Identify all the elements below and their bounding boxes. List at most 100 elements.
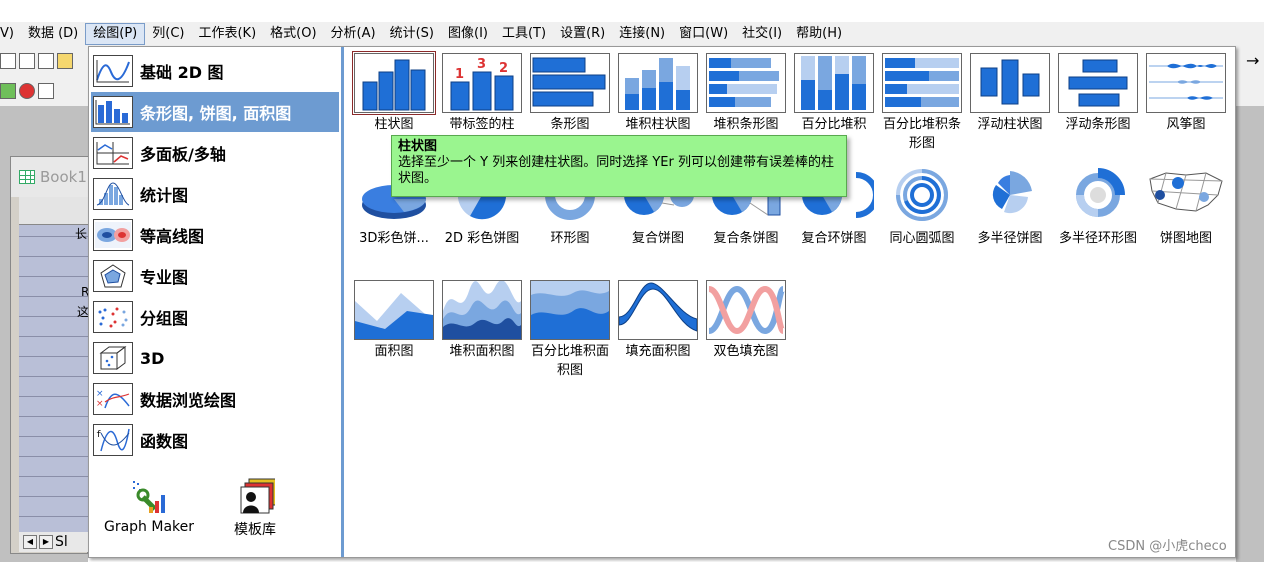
workspace-background-right xyxy=(1236,106,1264,562)
category-label: 3D xyxy=(140,348,165,368)
chart-fill-area[interactable]: 填充面积图 xyxy=(615,280,701,361)
import-icon[interactable] xyxy=(0,83,16,99)
chart-label: 浮动条形图 xyxy=(1065,117,1131,132)
category-specialized[interactable]: 专业图 xyxy=(91,256,339,296)
chart-concentric-arc[interactable]: 同心圆弧图 xyxy=(879,167,965,248)
stacked-bar-icon xyxy=(706,53,786,113)
chart-column[interactable]: 柱状图 xyxy=(351,51,437,134)
menu-image[interactable]: 图像(I) xyxy=(441,23,495,45)
template-library-button[interactable]: 模板库 xyxy=(195,477,315,547)
options-icon[interactable] xyxy=(38,83,54,99)
prev-sheet-button[interactable]: ◀ xyxy=(23,535,37,549)
chart-floating-bar[interactable]: 浮动条形图 xyxy=(1055,53,1141,134)
category-function-plot[interactable]: f 函数图 xyxy=(91,420,339,460)
chart-stacked-bar[interactable]: 堆积条形图 xyxy=(703,53,789,134)
multi-radius-pie-icon xyxy=(970,167,1050,227)
template-library-label: 模板库 xyxy=(234,522,276,538)
chart-percent-stacked-bar[interactable]: 百分比堆积条形图 xyxy=(879,53,965,153)
template-icon[interactable] xyxy=(38,53,54,69)
svg-text:2: 2 xyxy=(499,61,508,76)
menu-connect[interactable]: 连接(N) xyxy=(612,23,672,45)
menu-settings[interactable]: 设置(R) xyxy=(553,23,612,45)
menu-analysis[interactable]: 分析(A) xyxy=(324,23,383,45)
radar-icon xyxy=(93,260,133,292)
chart-floating-column[interactable]: 浮动柱状图 xyxy=(967,53,1053,134)
panel-divider xyxy=(341,47,344,557)
category-label: 统计图 xyxy=(140,186,189,205)
right-arrow-icon[interactable]: → xyxy=(1236,46,1264,106)
chart-label: 堆积柱状图 xyxy=(625,117,691,132)
stacked-area-icon xyxy=(442,280,522,340)
line-chart-icon xyxy=(93,55,133,87)
menu-view[interactable]: V) xyxy=(0,23,21,45)
chart-area[interactable]: 面积图 xyxy=(351,280,437,361)
category-multi-panel[interactable]: 多面板/多轴 xyxy=(91,133,339,173)
next-sheet-button[interactable]: ▶ xyxy=(39,535,53,549)
menu-plot[interactable]: 绘图(P) xyxy=(85,23,146,45)
svg-text:×: × xyxy=(96,399,104,409)
chart-pie-map[interactable]: 饼图地图 xyxy=(1143,167,1229,248)
chart-two-color-fill[interactable]: 双色填充图 xyxy=(703,280,789,361)
menu-statistics[interactable]: 统计(S) xyxy=(383,23,441,45)
folder-icon[interactable] xyxy=(57,53,73,69)
record-icon[interactable] xyxy=(19,83,35,99)
tooltip-title: 柱状图 xyxy=(398,139,438,154)
chart-multi-radius-donut[interactable]: 多半径环形图 xyxy=(1055,167,1141,248)
chart-multi-radius-pie[interactable]: 多半径饼图 xyxy=(967,167,1053,248)
chart-tooltip: 柱状图 选择至少一个 Y 列来创建柱状图。同时选择 YEr 列可以创建带有误差棒… xyxy=(391,135,847,197)
chart-label: 多半径环形图 xyxy=(1058,231,1137,246)
chart-stacked-column[interactable]: 堆积柱状图 xyxy=(615,53,701,134)
sheet-tab[interactable]: Sl xyxy=(55,534,68,550)
pie-map-icon xyxy=(1146,167,1226,227)
workbook-icon xyxy=(19,170,35,184)
chart-label: 复合环饼图 xyxy=(801,231,867,246)
chart-stacked-area[interactable]: 堆积面积图 xyxy=(439,280,525,361)
multi-panel-icon xyxy=(93,137,133,169)
chart-kite[interactable]: 风筝图 xyxy=(1143,53,1229,134)
menu-worksheet[interactable]: 工作表(K) xyxy=(191,23,263,45)
toolbar-row-1 xyxy=(0,50,73,72)
menu-help[interactable]: 帮助(H) xyxy=(789,23,849,45)
chart-label: 同心圆弧图 xyxy=(889,231,955,246)
bar-chart-icon xyxy=(530,53,610,113)
graph-maker-button[interactable]: Graph Maker xyxy=(89,477,209,547)
worksheet-grid[interactable] xyxy=(19,197,89,532)
chart-labeled-column[interactable]: 132 带标签的柱 xyxy=(439,53,525,134)
chart-label: 百分比堆积条形图 xyxy=(882,117,961,151)
menu-tools[interactable]: 工具(T) xyxy=(495,23,553,45)
watermark: CSDN @小虎checo xyxy=(1108,539,1227,554)
labeled-column-icon: 132 xyxy=(442,53,522,113)
column-chart-icon xyxy=(352,51,436,115)
graph-maker-label: Graph Maker xyxy=(103,519,195,535)
category-label: 条形图, 饼图, 面积图 xyxy=(140,104,292,123)
category-data-exploration[interactable]: × × 数据浏览绘图 xyxy=(91,379,339,419)
chart-label: 带标签的柱 xyxy=(449,117,515,132)
workbook-window[interactable]: Book1 长 R 这 ◀ ▶ Sl xyxy=(10,156,89,554)
category-statistics[interactable]: 统计图 xyxy=(91,174,339,214)
stacked-column-icon xyxy=(618,53,698,113)
workbook-titlebar[interactable]: Book1 xyxy=(11,157,89,197)
category-3d[interactable]: 3D xyxy=(91,338,339,378)
menu-column[interactable]: 列(C) xyxy=(145,23,191,45)
menu-data[interactable]: 数据 (D) xyxy=(21,23,85,45)
chart-label: 堆积面积图 xyxy=(449,344,515,359)
category-basic-2d[interactable]: 基础 2D 图 xyxy=(91,51,339,91)
chart-label: 浮动柱状图 xyxy=(977,117,1043,132)
menu-format[interactable]: 格式(O) xyxy=(263,23,323,45)
chart-bar[interactable]: 条形图 xyxy=(527,53,613,134)
category-label: 基础 2D 图 xyxy=(140,63,224,82)
toolbar-area xyxy=(0,46,88,106)
chart-percent-stacked-column[interactable]: 百分比堆积 xyxy=(791,53,877,134)
category-grouped[interactable]: 分组图 xyxy=(91,297,339,337)
graph-maker-icon xyxy=(133,481,165,513)
new-file-icon[interactable] xyxy=(0,53,16,69)
menu-social[interactable]: 社交(I) xyxy=(735,23,789,45)
open-file-icon[interactable] xyxy=(19,53,35,69)
menu-window[interactable]: 窗口(W) xyxy=(672,23,735,45)
category-bar-pie-area[interactable]: 条形图, 饼图, 面积图 xyxy=(91,92,339,132)
chart-label: 多半径饼图 xyxy=(977,231,1043,246)
chart-label: 风筝图 xyxy=(1166,117,1206,132)
category-contour[interactable]: 等高线图 xyxy=(91,215,339,255)
chart-percent-stacked-area[interactable]: 百分比堆积面积图 xyxy=(527,280,613,380)
template-library-icon xyxy=(240,478,275,514)
